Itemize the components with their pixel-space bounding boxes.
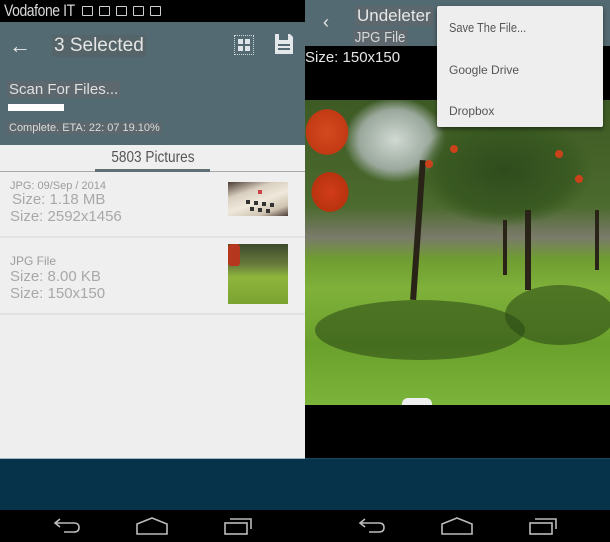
file-size: Size: 1.18 MB <box>12 191 106 208</box>
file-dimensions: Size: 2592x1456 <box>10 208 122 225</box>
share-menu: Save The File... Google Drive Dropbox <box>437 6 603 127</box>
tree-trunk <box>595 210 599 270</box>
menu-item-save-file[interactable]: Save The File... <box>449 20 526 35</box>
bottom-bar <box>305 458 610 510</box>
back-chevron-icon[interactable]: ‹ <box>323 12 329 33</box>
image-notification-icon <box>82 6 94 16</box>
bottom-bar <box>0 458 305 510</box>
select-all-grid-icon[interactable] <box>234 35 254 55</box>
white-object <box>402 398 432 405</box>
back-nav-icon[interactable] <box>357 516 387 534</box>
tree-trunk <box>503 220 507 275</box>
file-list: JPG: 09/Sep / 2014 Size: 1.18 MB Size: 2… <box>0 172 305 315</box>
file-dimensions: Size: 150x150 <box>10 285 106 302</box>
back-nav-icon[interactable] <box>52 516 82 534</box>
app-title: Undeleter <box>355 6 433 26</box>
tab-bar: 5803 Pictures <box>0 145 305 172</box>
photo-preview <box>305 100 610 405</box>
recents-nav-icon[interactable] <box>222 516 254 536</box>
scan-label: Scan For Files... <box>7 81 121 98</box>
selection-title: 3 Selected <box>52 35 146 57</box>
tab-pictures[interactable]: 5803 Pictures <box>111 145 194 171</box>
tree-shadow <box>315 300 525 360</box>
home-nav-icon[interactable] <box>135 516 169 536</box>
download-notification-icon <box>133 6 145 16</box>
status-bar: Vodafone IT 10:37 <box>0 0 610 542</box>
app-bar: ← 3 Selected <box>0 22 305 70</box>
notification-icons <box>82 6 162 16</box>
file-thumbnail <box>228 244 288 304</box>
file-thumbnail <box>228 182 288 216</box>
file-type-subtitle: JPG File <box>353 29 408 46</box>
bag-notification-icon <box>150 6 162 16</box>
orange-fruit <box>450 145 458 153</box>
menu-item-google-drive[interactable]: Google Drive <box>449 63 519 77</box>
scan-eta: Complete. ETA: 22: 07 19.10% <box>7 122 162 134</box>
file-list-item[interactable]: JPG File Size: 8.00 KB Size: 150x150 <box>0 238 305 315</box>
orange-fruit <box>575 175 583 183</box>
tree-shadow <box>505 285 610 345</box>
tree-trunk <box>410 159 426 301</box>
file-meta: JPG File <box>10 254 57 268</box>
file-size: Size: 8.00 KB <box>10 268 101 285</box>
message-notification-icon <box>116 6 128 16</box>
scan-panel: Scan For Files... Complete. ETA: 22: 07 … <box>0 70 305 145</box>
carrier-label: Vodafone IT <box>4 1 75 20</box>
screen-notification-icon <box>99 6 111 16</box>
save-floppy-icon[interactable] <box>274 33 294 55</box>
scan-progress-bar <box>8 104 64 111</box>
left-screen: Vodafone IT 10:37 ← 3 Selected <box>0 0 610 542</box>
tree-trunk <box>525 210 531 290</box>
back-arrow-icon[interactable]: ← <box>0 33 40 59</box>
screen: Vodafone IT 10:37 ← 3 Selected <box>0 0 610 542</box>
recents-nav-icon[interactable] <box>527 516 559 536</box>
home-nav-icon[interactable] <box>440 516 474 536</box>
file-list-item[interactable]: JPG: 09/Sep / 2014 Size: 1.18 MB Size: 2… <box>0 172 305 238</box>
size-label: Size: 150x150 <box>305 49 401 66</box>
navigation-bar <box>0 510 610 542</box>
orange-fruit <box>555 150 563 158</box>
menu-item-dropbox[interactable]: Dropbox <box>449 104 494 118</box>
orange-fruit <box>425 160 433 168</box>
letterbox <box>305 405 610 458</box>
